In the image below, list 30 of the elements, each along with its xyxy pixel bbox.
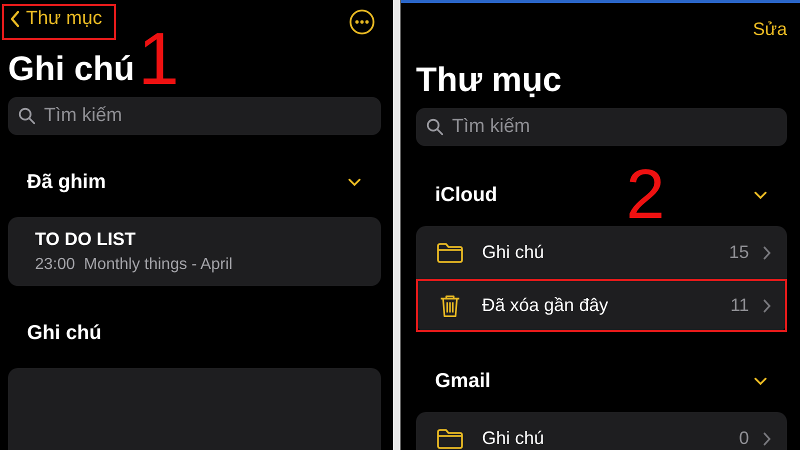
step-number: 2	[626, 166, 665, 222]
more-icon[interactable]	[349, 9, 375, 35]
back-icon[interactable]	[10, 10, 20, 28]
folder-row[interactable]: Ghi chú 15	[416, 226, 787, 279]
search-input[interactable]: Tìm kiếm	[450, 115, 777, 139]
search-bar[interactable]: Tìm kiếm	[8, 97, 381, 135]
page-title: Ghi chú	[8, 50, 135, 89]
search-icon	[426, 118, 444, 136]
group-title: Gmail	[435, 370, 491, 392]
section-title: Ghi chú	[27, 322, 102, 344]
chevron-down-icon[interactable]	[754, 376, 767, 386]
search-input[interactable]: Tìm kiếm	[42, 104, 371, 128]
search-icon	[18, 107, 36, 125]
chevron-right-icon	[763, 246, 771, 260]
folder-row[interactable]: Đã xóa gần đây 11	[416, 279, 787, 332]
page-title: Thư mục	[416, 61, 562, 100]
edit-button[interactable]: Sửa	[752, 18, 787, 40]
chevron-right-icon	[763, 298, 771, 312]
folder-icon	[436, 240, 464, 264]
chevron-down-icon[interactable]	[754, 190, 767, 200]
group-title: iCloud	[435, 184, 498, 206]
section-title: Đã ghim	[27, 170, 106, 194]
back-button[interactable]: Thư mục	[2, 4, 116, 40]
note-item[interactable]: TO DO LIST 23:00 Monthly things - April	[8, 217, 381, 286]
step-number: 1	[138, 22, 180, 96]
chevron-down-icon[interactable]	[348, 178, 361, 186]
folder-icon	[436, 426, 464, 450]
search-bar[interactable]: Tìm kiếm	[416, 108, 787, 146]
folder-row[interactable]: Ghi chú 0	[416, 412, 787, 450]
chevron-right-icon	[763, 432, 771, 446]
